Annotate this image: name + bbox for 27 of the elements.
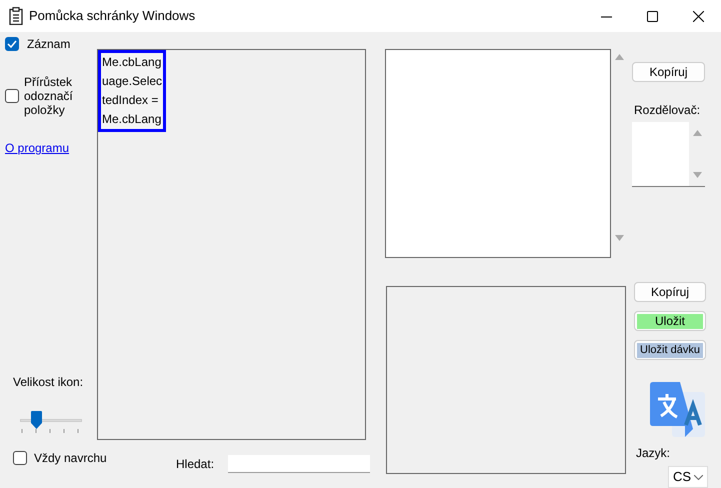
search-label: Hledat: xyxy=(176,456,214,473)
checkbox[interactable] xyxy=(5,37,19,51)
language-select[interactable]: CS xyxy=(668,466,708,488)
clipboard-icon xyxy=(9,7,23,25)
slider-thumb[interactable] xyxy=(30,411,42,429)
separator-label: Rozdělovač: xyxy=(634,102,702,119)
save-button[interactable]: Uložit xyxy=(634,311,706,331)
checkbox-label: Vždy navrchu xyxy=(34,450,107,467)
about-link[interactable]: O programu xyxy=(5,139,70,157)
maximize-icon[interactable] xyxy=(646,10,658,22)
language-label: Jazyk: xyxy=(636,445,672,462)
chevron-down-icon xyxy=(694,474,703,480)
selected-text: Me.cbLang uage.Selec tedIndex = Me.cbLang xyxy=(98,50,166,132)
checkbox[interactable] xyxy=(13,451,27,465)
copy-button[interactable]: Kopíruj xyxy=(634,282,706,302)
slider-label: Velikost ikon: xyxy=(13,374,84,391)
text-area[interactable]: Me.cbLang uage.Selec tedIndex = Me.cbLang xyxy=(97,49,366,440)
save-batch-button[interactable]: Uložit dávku xyxy=(634,340,706,360)
checkbox-label: Záznam xyxy=(27,36,70,53)
translate-icon xyxy=(650,382,705,437)
icon-size-slider[interactable] xyxy=(19,409,83,435)
copy-button[interactable]: Kopíruj xyxy=(632,62,705,82)
close-icon[interactable] xyxy=(692,10,704,22)
checkbox-label: Přírůstek odoznačí položky xyxy=(24,75,74,117)
checkbox[interactable] xyxy=(5,89,19,103)
window-title: Pomůcka schránky Windows xyxy=(29,7,196,26)
search-field[interactable] xyxy=(228,455,370,473)
